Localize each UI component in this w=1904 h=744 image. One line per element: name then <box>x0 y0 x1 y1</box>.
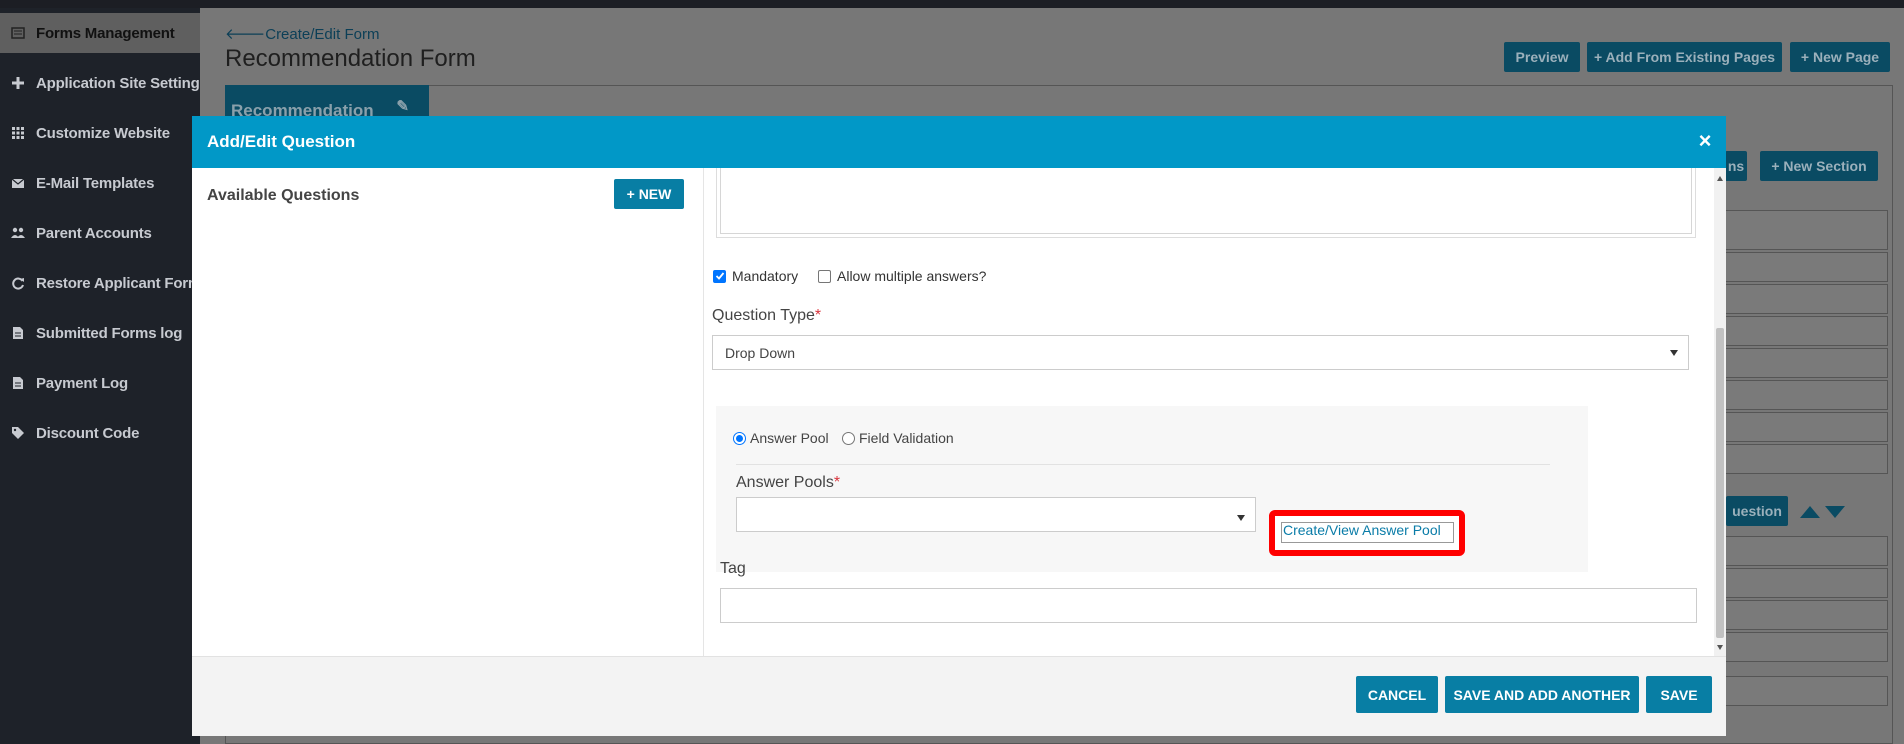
table-row <box>1725 600 1888 630</box>
table-row <box>1725 412 1888 442</box>
sidebar-item-customize-website[interactable]: Customize Website <box>0 113 200 153</box>
mandatory-label: Mandatory <box>732 268 799 284</box>
sidebar-item-label: Submitted Forms log <box>36 324 183 342</box>
answer-pools-label: Answer Pools* <box>736 474 841 491</box>
breadcrumb-label: Create/Edit Form <box>265 26 380 43</box>
sidebar-item-label: Payment Log <box>36 374 128 392</box>
question-type-value: Drop Down <box>725 344 796 361</box>
table-row <box>1725 348 1888 378</box>
available-questions-panel: Available Questions + NEW <box>192 168 704 656</box>
preview-button[interactable]: Preview <box>1504 42 1580 72</box>
answer-pool-radio-label: Answer Pool <box>750 430 829 446</box>
sidebar-item-label: Restore Applicant Forms <box>36 274 200 292</box>
allow-multiple-checkbox[interactable]: Allow multiple answers? <box>818 268 986 284</box>
sidebar-item-label: Application Site Settings <box>36 74 200 92</box>
refresh-icon <box>10 275 26 291</box>
sections-button-partial[interactable]: ns <box>1725 151 1747 181</box>
add-edit-question-modal: Add/Edit Question × Available Questions … <box>192 116 1726 736</box>
cancel-button[interactable]: CANCEL <box>1356 676 1438 713</box>
save-button[interactable]: SAVE <box>1646 676 1712 713</box>
question-type-select[interactable]: Drop Down <box>712 335 1689 370</box>
close-icon[interactable]: × <box>1694 130 1716 152</box>
sidebar-item-label: Forms Management <box>36 24 175 42</box>
question-button-partial[interactable]: uestion <box>1726 496 1788 526</box>
tag-icon <box>10 425 26 441</box>
modal-title: Add/Edit Question <box>207 132 356 151</box>
question-text-input[interactable] <box>720 168 1692 234</box>
radio-unselected-icon[interactable] <box>842 431 855 445</box>
chevron-down-icon <box>1237 515 1245 521</box>
users-icon <box>10 225 26 241</box>
page-title: Recommendation Form <box>225 45 476 72</box>
modal-footer: CANCEL SAVE AND ADD ANOTHER SAVE <box>192 656 1726 736</box>
tag-label-visible: Tag <box>720 560 746 577</box>
modal-scrollbar-thumb[interactable] <box>1716 328 1724 638</box>
sidebar-item-forms-management[interactable]: Forms Management <box>0 13 200 53</box>
field-validation-radio[interactable]: Field Validation <box>842 430 954 446</box>
answer-pools-select[interactable] <box>736 497 1256 532</box>
chevron-down-icon <box>1670 350 1678 356</box>
sidebar-item-submitted-forms-log[interactable]: Submitted Forms log <box>0 313 200 353</box>
file-icon <box>10 375 26 391</box>
sidebar-item-label: Discount Code <box>36 424 140 442</box>
table-row <box>1725 536 1888 566</box>
question-text-area[interactable] <box>716 168 1696 238</box>
file-icon <box>10 325 26 341</box>
sidebar-item-discount-code[interactable]: Discount Code <box>0 413 200 453</box>
table-row <box>1725 444 1888 474</box>
sidebar-item-email-templates[interactable]: E-Mail Templates <box>0 163 200 203</box>
radio-selected-icon[interactable] <box>733 431 746 445</box>
divider <box>736 464 1550 465</box>
top-strip <box>0 0 1904 8</box>
question-type-label: Question Type* <box>712 307 822 324</box>
question-form: Mandatory Allow multiple answers? Questi… <box>704 168 1714 656</box>
plus-icon <box>10 75 26 91</box>
table-row <box>1725 632 1888 662</box>
table-row <box>1725 210 1888 250</box>
breadcrumb[interactable]: 🡐Create/Edit Form <box>225 24 379 43</box>
table-row <box>1725 380 1888 410</box>
modal-scrollbar[interactable] <box>1714 168 1726 656</box>
available-questions-title: Available Questions <box>207 187 360 204</box>
list-icon <box>10 25 26 41</box>
new-question-button[interactable]: + NEW <box>614 179 684 209</box>
pencil-icon[interactable]: ✎ <box>396 97 409 115</box>
checkbox-checked-icon[interactable] <box>713 269 726 283</box>
add-from-existing-pages-button[interactable]: + Add From Existing Pages <box>1587 42 1782 72</box>
create-view-answer-pool-link[interactable]: Create/View Answer Pool <box>1283 522 1441 538</box>
sidebar-item-payment-log[interactable]: Payment Log <box>0 363 200 403</box>
answer-pool-panel: Answer Pool Field Validation Answer Pool… <box>716 406 1588 572</box>
sidebar-item-label: Parent Accounts <box>36 224 152 242</box>
tag-input[interactable] <box>720 588 1697 623</box>
checkbox-unchecked-icon[interactable] <box>818 269 831 283</box>
new-page-button[interactable]: + New Page <box>1790 42 1890 72</box>
answer-pool-radio[interactable]: Answer Pool <box>733 430 829 446</box>
scroll-down-icon[interactable] <box>1717 645 1723 650</box>
grid-icon <box>10 125 26 141</box>
new-section-button[interactable]: + New Section <box>1760 151 1878 181</box>
field-validation-radio-label: Field Validation <box>859 430 954 446</box>
sidebar-item-label: Customize Website <box>36 124 170 142</box>
table-row <box>1725 568 1888 598</box>
sidebar-item-application-site-settings[interactable]: Application Site Settings <box>0 63 200 103</box>
envelope-icon <box>10 175 26 191</box>
table-row <box>1725 676 1888 706</box>
highlight-box: Create/View Answer Pool <box>1269 510 1465 556</box>
mandatory-checkbox[interactable]: Mandatory <box>713 268 798 284</box>
allow-multiple-label: Allow multiple answers? <box>837 268 987 284</box>
table-row <box>1725 284 1888 314</box>
table-row <box>1725 316 1888 346</box>
sidebar: Forms Management Application Site Settin… <box>0 8 200 744</box>
sidebar-item-parent-accounts[interactable]: Parent Accounts <box>0 213 200 253</box>
save-and-add-another-button[interactable]: SAVE AND ADD ANOTHER <box>1445 676 1639 713</box>
move-down-icon[interactable] <box>1825 506 1845 518</box>
move-up-icon[interactable] <box>1800 506 1820 518</box>
table-row <box>1725 252 1888 282</box>
sidebar-item-restore-applicant-forms[interactable]: Restore Applicant Forms <box>0 263 200 303</box>
sidebar-item-label: E-Mail Templates <box>36 174 155 192</box>
modal-header: Add/Edit Question × <box>192 116 1726 168</box>
scroll-up-icon[interactable] <box>1717 176 1723 181</box>
